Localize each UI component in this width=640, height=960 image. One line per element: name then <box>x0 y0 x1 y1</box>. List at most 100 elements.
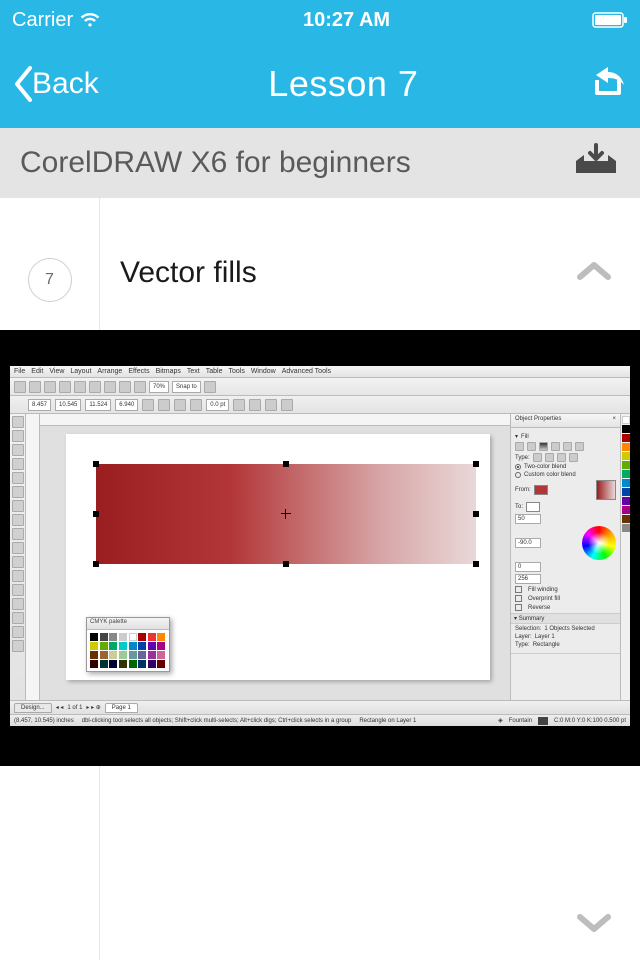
swatch-icon <box>119 660 127 668</box>
convert-icon <box>281 399 293 411</box>
from-swatch <box>534 485 548 495</box>
lesson-main: Vector fills File Edit View Layout Arran… <box>100 198 640 960</box>
status-layer: Rectangle on Layer 1 <box>359 718 416 724</box>
cs-swatch-icon <box>622 524 630 532</box>
swatch-icon <box>90 660 98 668</box>
objtype-value: Rectangle <box>533 642 560 648</box>
video-player[interactable]: File Edit View Layout Arrange Effects Bi… <box>0 330 640 766</box>
swatch-icon <box>148 660 156 668</box>
postscript-fill-icon <box>575 442 584 451</box>
nav-bar: Back Lesson 7 <box>0 40 640 128</box>
docker-title: Object Properties× <box>511 414 620 428</box>
status-outline-label: C:0 M:0 Y:0 K:100 0.500 pt <box>554 718 626 724</box>
menu-edit: Edit <box>31 368 43 375</box>
to-back-icon <box>265 399 277 411</box>
menu-tools: Tools <box>228 368 244 375</box>
swatch-icon <box>157 642 165 650</box>
docker-close-icon: × <box>612 416 616 425</box>
reverse-label: Reverse <box>528 605 550 611</box>
square-type-icon <box>569 453 578 462</box>
handle-icon <box>93 561 99 567</box>
tb-print-icon <box>59 381 71 393</box>
tb-copy-icon <box>89 381 101 393</box>
swatch-icon <box>138 651 146 659</box>
color-wheel-icon <box>582 526 616 560</box>
page-count: 1 of 1 <box>67 705 82 711</box>
share-button[interactable] <box>588 63 628 106</box>
tb-undo-icon <box>119 381 131 393</box>
cs-swatch-icon <box>622 452 630 460</box>
download-button[interactable] <box>572 143 620 184</box>
status-bar: Carrier 10:27 AM <box>0 0 640 40</box>
edge-pad-field: 0 <box>515 562 541 572</box>
collapse-button[interactable] <box>576 259 612 288</box>
content-area: 7 Vector fills File Edit View Layout Arr… <box>0 198 640 960</box>
handle-icon <box>473 461 479 467</box>
menu-file: File <box>14 368 25 375</box>
canvas: CMYK palette <box>26 414 510 700</box>
handle-icon <box>473 561 479 567</box>
swatch-icon <box>100 642 108 650</box>
color-bar <box>620 414 630 700</box>
menu-window: Window <box>251 368 276 375</box>
tb-options-icon <box>204 381 216 393</box>
battery-icon <box>592 12 628 28</box>
palette-grid <box>87 630 169 671</box>
cs-swatch-icon <box>622 425 630 433</box>
angle-field: -90.0 <box>515 538 541 548</box>
swatch-icon <box>109 651 117 659</box>
from-label: From: <box>515 487 531 493</box>
swatch-icon <box>157 651 165 659</box>
texture-fill-icon <box>563 442 572 451</box>
check-reverse <box>515 604 522 611</box>
menu-table: Table <box>206 368 223 375</box>
next-button[interactable] <box>576 911 612 940</box>
pick-tool-icon <box>12 416 24 428</box>
back-button[interactable]: Back <box>12 65 99 103</box>
to-swatch <box>526 502 540 512</box>
text-tool-icon <box>12 542 24 554</box>
prop-x: 8.457 <box>28 399 51 411</box>
handle-icon <box>93 461 99 467</box>
swatch-icon <box>100 633 108 641</box>
swatch-icon <box>90 651 98 659</box>
outline-width-field: 0.0 pt <box>206 399 229 411</box>
no-fill-icon <box>515 442 524 451</box>
sel-label: Selection: <box>515 626 541 632</box>
check-overprint <box>515 595 522 602</box>
to-label: To: <box>515 504 523 510</box>
cs-swatch-icon <box>622 506 630 514</box>
lesson-header: Vector fills <box>100 198 640 330</box>
swatch-icon <box>148 633 156 641</box>
two-color-label: Two-color blend <box>524 464 566 470</box>
swatch-icon <box>138 660 146 668</box>
radial-type-icon <box>545 453 554 462</box>
midpoint-field: 50 <box>515 514 541 524</box>
cs-swatch-icon <box>622 461 630 469</box>
summary-title: Summary <box>519 616 545 622</box>
to-front-icon <box>249 399 261 411</box>
task-tab: Design... <box>14 703 52 713</box>
back-label: Back <box>32 67 99 101</box>
effects-tool-icon <box>12 598 24 610</box>
object-properties-docker: Object Properties× ▾ Fill T <box>510 414 620 700</box>
snap-field: Snap to <box>172 381 201 393</box>
cs-swatch-icon <box>622 443 630 451</box>
zoom-field: 70% <box>149 381 169 393</box>
tb-paste-icon <box>104 381 116 393</box>
corel-toolbar: 70% Snap to <box>10 378 630 396</box>
swatch-icon <box>100 660 108 668</box>
ellipse-tool-icon <box>12 514 24 526</box>
rotate-icon <box>158 399 170 411</box>
course-header: CorelDRAW X6 for beginners <box>0 128 640 198</box>
swatch-icon <box>119 633 127 641</box>
swatch-icon <box>109 633 117 641</box>
tb-new-icon <box>14 381 26 393</box>
type-label: Type: <box>515 455 530 461</box>
fountain-fill-icon <box>539 442 548 451</box>
tb-save-icon <box>44 381 56 393</box>
page-navigator: Design... ◂ ◂ 1 of 1 ▸ ▸ ⊕ Page 1 <box>10 700 630 714</box>
gradient-rectangle <box>96 464 476 564</box>
course-title: CorelDRAW X6 for beginners <box>20 146 411 180</box>
lesson-number: 7 <box>45 271 54 289</box>
